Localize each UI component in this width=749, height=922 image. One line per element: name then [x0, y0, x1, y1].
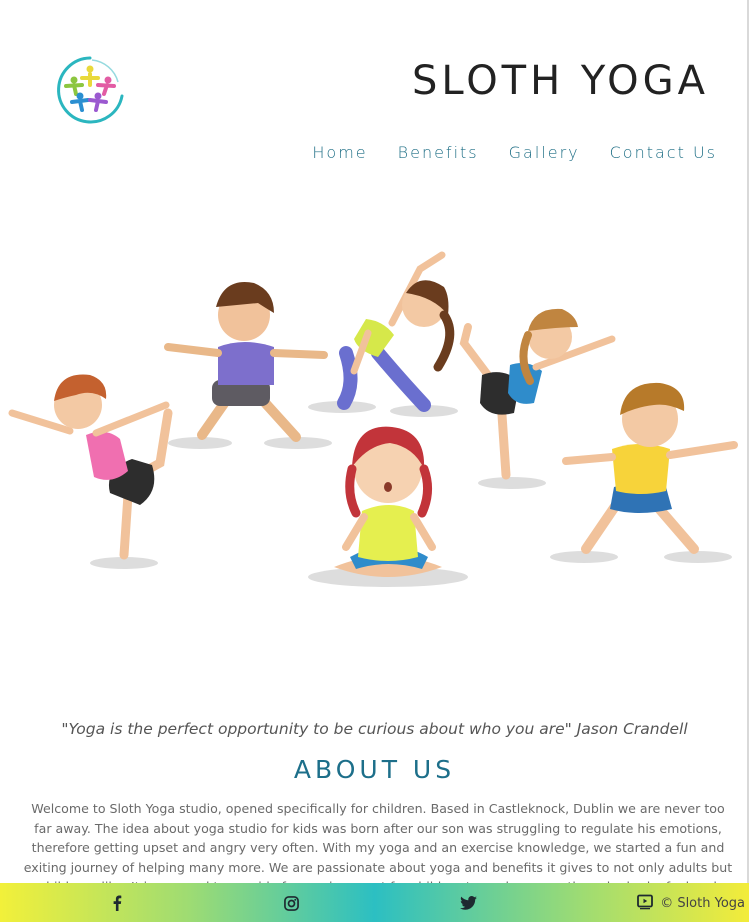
about-title: ABOUT US	[293, 755, 456, 784]
yoga-people-logo-icon[interactable]	[52, 52, 128, 128]
girl-meditation-red-hair	[334, 426, 442, 577]
footer-bar: © Sloth Yoga	[0, 883, 749, 922]
twitter-icon[interactable]	[458, 893, 478, 913]
main-nav: Home Benefits Gallery Contact Us	[312, 143, 717, 162]
nav-home[interactable]: Home	[312, 143, 367, 162]
youtube-icon[interactable]	[635, 892, 655, 912]
site-title: SLOTH YOGA	[411, 58, 709, 104]
kids-yoga-illustration	[8, 251, 738, 587]
boy-warrior-yellow	[562, 382, 738, 554]
boy-warrior-purple	[164, 282, 328, 442]
girl-dancer-blue	[459, 308, 616, 480]
copyright-text: © Sloth Yoga	[660, 896, 745, 911]
girl-triangle-yellow	[337, 251, 455, 412]
about-text: Welcome to Sloth Yoga studio, opened spe…	[23, 801, 733, 894]
nav-gallery[interactable]: Gallery	[509, 143, 580, 162]
quote-text: "Yoga is the perfect opportunity to be c…	[61, 720, 688, 738]
nav-contact-us[interactable]: Contact Us	[610, 143, 717, 162]
facebook-icon[interactable]	[107, 893, 127, 913]
nav-benefits[interactable]: Benefits	[398, 143, 479, 162]
instagram-icon[interactable]	[281, 893, 301, 913]
girl-dancer-pink	[8, 374, 173, 560]
